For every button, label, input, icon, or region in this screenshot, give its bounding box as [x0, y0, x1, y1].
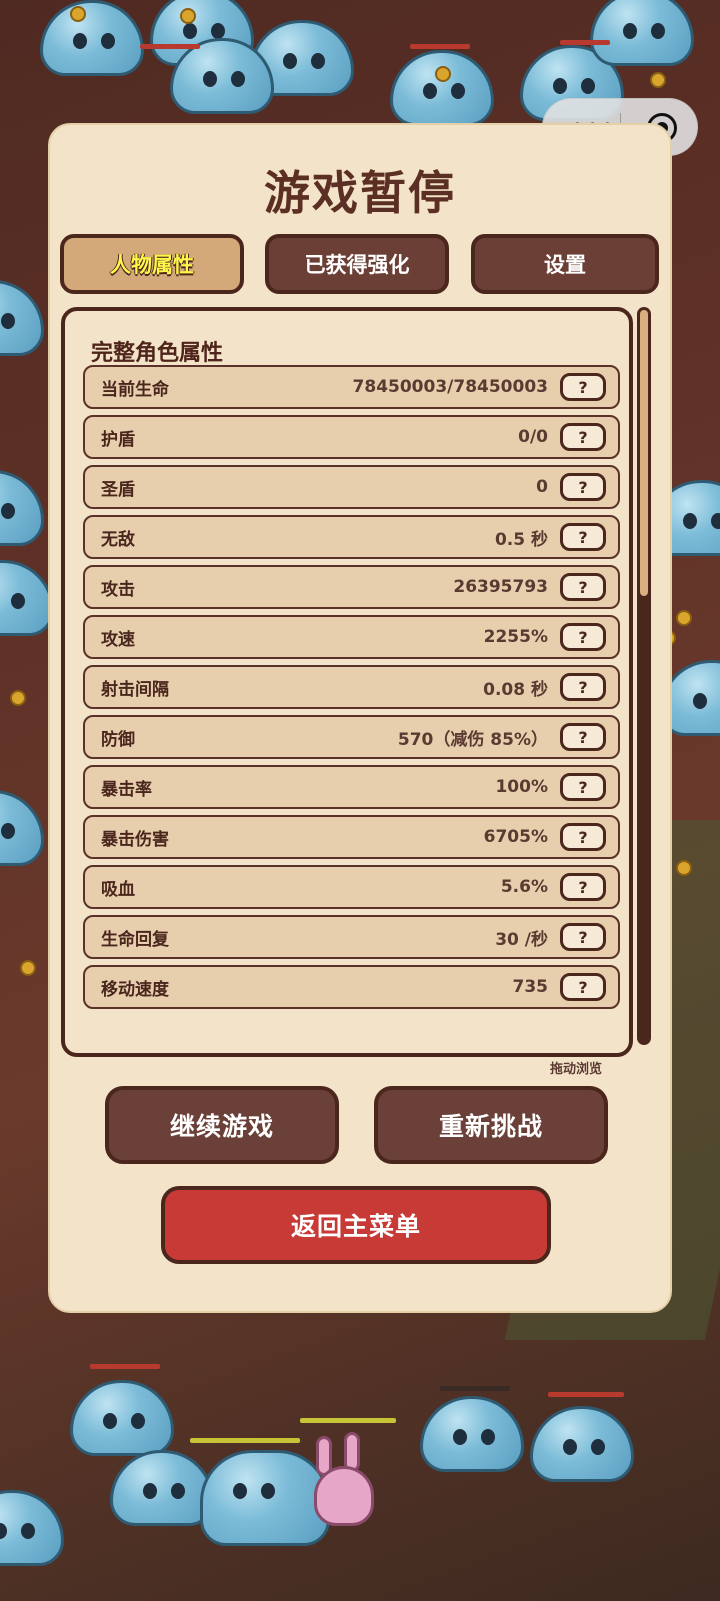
- bunny-pet: [314, 1466, 374, 1526]
- gold-coin: [676, 860, 692, 876]
- stat-value: 100%: [495, 777, 548, 797]
- stat-value: 0.08 秒: [483, 679, 548, 700]
- stat-label: 暴击率: [101, 779, 152, 800]
- retry-button[interactable]: 重新挑战: [374, 1086, 608, 1164]
- stat-row-holy-shield: 圣盾 0 ?: [83, 465, 620, 509]
- help-button[interactable]: ?: [560, 873, 606, 901]
- stat-label: 攻击: [101, 579, 135, 600]
- slime-enemy: [200, 1450, 330, 1546]
- stat-row-crit-damage: 暴击伤害 6705% ?: [83, 815, 620, 859]
- stat-row-attack: 攻击 26395793 ?: [83, 565, 620, 609]
- gold-coin: [70, 6, 86, 22]
- stat-row-shield: 护盾 0/0 ?: [83, 415, 620, 459]
- button-label: 返回主菜单: [290, 1212, 421, 1241]
- help-button[interactable]: ?: [560, 373, 606, 401]
- help-button[interactable]: ?: [560, 773, 606, 801]
- gold-coin: [10, 690, 26, 706]
- button-label: 继续游戏: [169, 1112, 274, 1141]
- stat-value: 2255%: [483, 627, 548, 647]
- enemy-hp-bar: [560, 40, 610, 45]
- gold-coin: [435, 66, 451, 82]
- stat-row-invincible: 无敌 0.5 秒 ?: [83, 515, 620, 559]
- enemy-hp-bar: [140, 44, 200, 49]
- help-button[interactable]: ?: [560, 973, 606, 1001]
- help-button[interactable]: ?: [560, 473, 606, 501]
- stat-label: 生命回复: [101, 929, 169, 950]
- gold-coin: [180, 8, 196, 24]
- stat-value: 30 /秒: [495, 929, 548, 950]
- help-button[interactable]: ?: [560, 823, 606, 851]
- stat-label: 防御: [101, 729, 135, 750]
- stat-label: 攻速: [101, 629, 135, 650]
- gold-coin: [20, 960, 36, 976]
- section-title: 完整角色属性: [91, 341, 224, 366]
- gold-coin: [650, 72, 666, 88]
- stat-label: 吸血: [101, 879, 135, 900]
- stat-label: 护盾: [101, 429, 135, 450]
- stat-value: 0: [536, 477, 548, 497]
- tab-label: 人物属性: [110, 253, 194, 277]
- stat-value: 26395793: [453, 577, 548, 597]
- stat-row-shot-interval: 射击间隔 0.08 秒 ?: [83, 665, 620, 709]
- stat-label: 射击间隔: [101, 679, 169, 700]
- button-label: 重新挑战: [438, 1112, 543, 1141]
- tab-character-stats[interactable]: 人物属性: [60, 234, 244, 294]
- help-button[interactable]: ?: [560, 673, 606, 701]
- tab-label: 设置: [544, 253, 586, 277]
- scrollbar[interactable]: [637, 307, 651, 1045]
- help-button[interactable]: ?: [560, 423, 606, 451]
- stat-label: 当前生命: [101, 379, 169, 400]
- enemy-hp-bar: [90, 1364, 160, 1369]
- enemy-hp-bar: [548, 1392, 624, 1397]
- enemy-hp-bar: [190, 1438, 300, 1443]
- help-button[interactable]: ?: [560, 723, 606, 751]
- stat-value: 0.5 秒: [494, 529, 548, 550]
- help-button[interactable]: ?: [560, 573, 606, 601]
- gold-coin: [676, 610, 692, 626]
- return-main-menu-button[interactable]: 返回主菜单: [161, 1186, 551, 1264]
- help-button[interactable]: ?: [560, 523, 606, 551]
- stat-label: 移动速度: [101, 979, 169, 1000]
- dialog-title: 游戏暂停: [264, 166, 456, 220]
- stat-row-lifesteal: 吸血 5.6% ?: [83, 865, 620, 909]
- scrollbar-thumb[interactable]: [640, 310, 648, 596]
- stat-value: 735: [512, 977, 549, 997]
- stat-label: 暴击伤害: [101, 829, 169, 850]
- drag-hint: 拖动浏览: [549, 1062, 602, 1077]
- stat-value: 570（减伤 85%）: [397, 729, 548, 750]
- stat-row-crit-rate: 暴击率 100% ?: [83, 765, 620, 809]
- stat-row-current-hp: 当前生命 78450003/78450003 ?: [83, 365, 620, 409]
- slime-enemy: [590, 0, 694, 66]
- help-button[interactable]: ?: [560, 623, 606, 651]
- enemy-hp-bar: [300, 1418, 396, 1423]
- stat-value: 78450003/78450003: [352, 377, 548, 397]
- continue-game-button[interactable]: 继续游戏: [105, 1086, 339, 1164]
- tab-label: 已获得强化: [304, 253, 410, 277]
- tab-obtained-upgrades[interactable]: 已获得强化: [265, 234, 449, 294]
- stat-value: 6705%: [483, 827, 548, 847]
- stat-label: 圣盾: [101, 479, 135, 500]
- enemy-hp-bar: [410, 44, 470, 49]
- stat-row-defense: 防御 570（减伤 85%） ?: [83, 715, 620, 759]
- stat-row-attack-speed: 攻速 2255% ?: [83, 615, 620, 659]
- stat-row-hp-regen: 生命回复 30 /秒 ?: [83, 915, 620, 959]
- stat-row-move-speed: 移动速度 735 ?: [83, 965, 620, 1009]
- tab-settings[interactable]: 设置: [471, 234, 659, 294]
- stat-value: 0/0: [518, 427, 548, 447]
- stats-scroll-area[interactable]: 完整角色属性 当前生命 78450003/78450003 ? 护盾 0/0 ?…: [61, 307, 633, 1057]
- enemy-hp-bar: [440, 1386, 510, 1391]
- stat-value: 5.6%: [500, 877, 548, 897]
- stat-label: 无敌: [101, 529, 135, 550]
- pause-dialog: 游戏暂停 人物属性 已获得强化 设置 完整角色属性 当前生命 78450003/…: [48, 123, 672, 1313]
- help-button[interactable]: ?: [560, 923, 606, 951]
